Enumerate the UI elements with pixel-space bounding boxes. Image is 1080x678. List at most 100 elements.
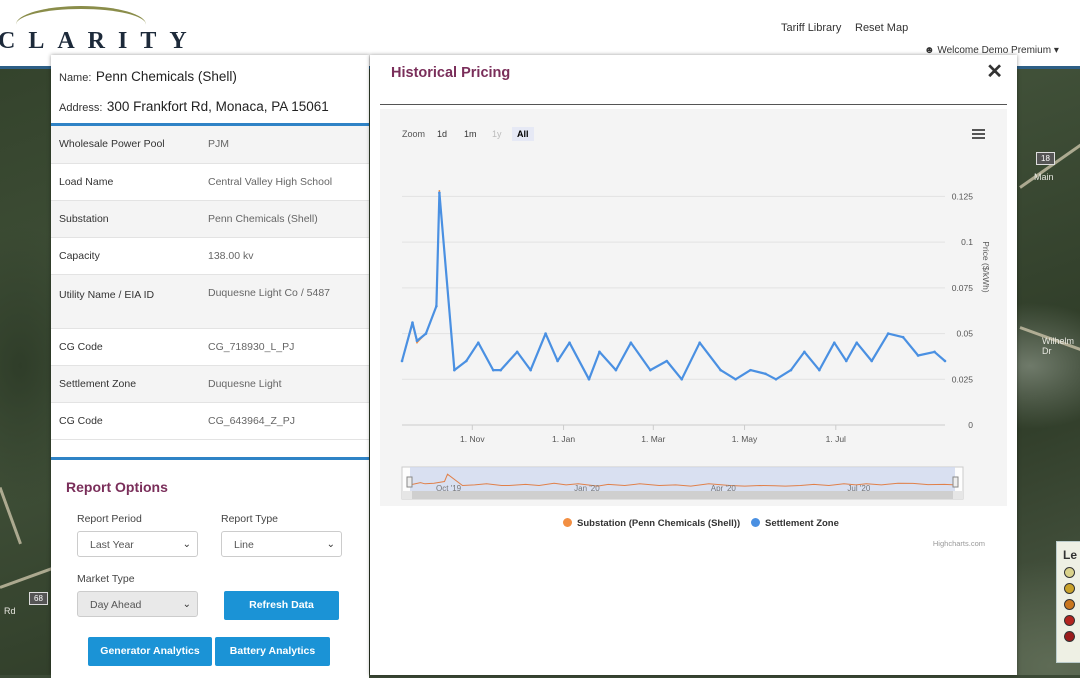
route-shield: 18 xyxy=(1036,152,1055,165)
route-shield: 68 xyxy=(29,592,48,605)
row-key: Utility Name / EIA ID xyxy=(59,288,155,301)
data-point-settlement-zone xyxy=(833,341,836,345)
generator-analytics-button[interactable]: Generator Analytics xyxy=(88,637,212,666)
row-key: Substation xyxy=(59,212,109,225)
data-point-settlement-zone xyxy=(476,341,480,345)
table-row: Load Name Central Valley High School xyxy=(51,163,369,200)
data-point-settlement-zone xyxy=(556,359,559,363)
map-street-label: Rd xyxy=(4,606,16,616)
legend-marker xyxy=(563,518,572,527)
y-tick-label: 0 xyxy=(968,420,973,430)
table-row: Capacity 138.00 kv xyxy=(51,237,369,274)
legend-circle-icon xyxy=(1064,599,1075,610)
row-key: Wholesale Power Pool xyxy=(59,138,165,150)
data-point-settlement-zone xyxy=(515,350,519,354)
legend-circle-icon xyxy=(1064,615,1075,626)
y-tick-label: 0.1 xyxy=(961,237,973,247)
site-address-key: Address: xyxy=(59,102,103,114)
data-point-settlement-zone xyxy=(453,368,456,372)
modal-title: Historical Pricing xyxy=(391,65,511,81)
row-value: Duquesne Light Co / 5487 xyxy=(208,286,331,299)
data-point-settlement-zone xyxy=(568,341,571,345)
table-row: Wholesale Power Pool PJM xyxy=(51,126,369,163)
data-point-settlement-zone xyxy=(415,339,419,343)
map-road xyxy=(0,567,53,589)
data-point-settlement-zone xyxy=(943,359,947,363)
row-key: Settlement Zone xyxy=(59,377,137,390)
site-name: Penn Chemicals (Shell) xyxy=(95,69,237,84)
y-tick-label: 0.075 xyxy=(952,283,974,293)
report-period-value: Last Year xyxy=(90,539,134,551)
data-point-settlement-zone xyxy=(649,368,652,372)
x-tick-label: 1. May xyxy=(732,434,758,444)
site-address: 300 Frankfort Rd, Monaca, PA 15061 xyxy=(106,99,329,114)
refresh-data-button[interactable]: Refresh Data xyxy=(224,591,339,620)
row-value: Central Valley High School xyxy=(208,175,333,188)
data-point-settlement-zone xyxy=(933,350,936,354)
x-tick-label: 1. Nov xyxy=(460,434,485,444)
market-type-select[interactable]: Day Ahead ⌄ xyxy=(77,591,198,617)
data-point-settlement-zone xyxy=(789,368,793,372)
navigator-scrollbar-thumb xyxy=(412,491,953,499)
chart-container: Zoom 1d 1m 1y All 0 0.025 0.05 0.075 0.1 0.12… xyxy=(380,109,1007,548)
chevron-down-icon: ⌄ xyxy=(326,539,335,550)
data-point-settlement-zone xyxy=(435,304,438,308)
nav-reset-map[interactable]: Reset Map xyxy=(855,22,908,34)
legend-item-substation[interactable]: Substation (Penn Chemicals (Shell)) xyxy=(563,518,740,529)
legend-circle-icon xyxy=(1064,583,1075,594)
table-row: Substation Penn Chemicals (Shell) xyxy=(51,200,369,237)
site-info-panel: Name: Penn Chemicals (Shell) Address: 30… xyxy=(51,55,369,678)
legend-circle-icon xyxy=(1064,567,1075,578)
row-value: CG_643964_Z_PJ xyxy=(208,414,295,427)
row-key: Capacity xyxy=(59,249,100,262)
y-axis-title: Price ($/kWh) xyxy=(981,241,991,293)
chevron-down-icon: ⌄ xyxy=(182,539,191,550)
series-line-settlement-zone xyxy=(400,191,946,381)
data-point-settlement-zone xyxy=(901,335,905,339)
row-key: CG Code xyxy=(59,340,103,353)
y-tick-label: 0.05 xyxy=(956,329,973,339)
data-point-settlement-zone xyxy=(411,321,414,324)
data-point-settlement-zone xyxy=(665,359,669,363)
y-tick-label: 0.025 xyxy=(952,374,974,384)
row-value: Penn Chemicals (Shell) xyxy=(208,212,318,225)
report-options-title: Report Options xyxy=(66,479,168,495)
nav-tariff-library[interactable]: Tariff Library xyxy=(781,22,841,34)
data-point-settlement-zone xyxy=(886,332,890,335)
data-point-settlement-zone xyxy=(698,341,701,345)
data-point-settlement-zone xyxy=(491,368,495,372)
report-type-select[interactable]: Line ⌄ xyxy=(221,531,342,557)
map-street-label: Main xyxy=(1034,172,1054,182)
price-chart[interactable]: 0 0.025 0.05 0.075 0.1 0.125 Price ($/kWh) 1. N… xyxy=(380,109,1007,506)
x-tick-label: 1. Jul xyxy=(826,434,846,444)
caret-down-icon: ▾ xyxy=(1053,45,1059,56)
data-point-settlement-zone xyxy=(764,372,767,376)
data-point-settlement-zone xyxy=(629,341,633,345)
battery-analytics-button[interactable]: Battery Analytics xyxy=(215,637,330,666)
data-point-settlement-zone xyxy=(803,350,806,354)
row-value: PJM xyxy=(208,138,229,150)
data-point-settlement-zone xyxy=(424,332,428,335)
data-point-settlement-zone xyxy=(598,350,601,354)
data-point-settlement-zone xyxy=(734,377,737,381)
map-legend-title: Le xyxy=(1063,548,1078,562)
navigator-selection xyxy=(410,467,955,491)
legend-label: Substation (Penn Chemicals (Shell)) xyxy=(577,518,741,529)
legend-item-settlement-zone[interactable]: Settlement Zone xyxy=(751,518,839,529)
site-name-key: Name: xyxy=(59,72,92,84)
row-key: CG Code xyxy=(59,414,103,427)
chevron-down-icon: ⌄ xyxy=(182,599,191,610)
row-value: Duquesne Light xyxy=(208,377,282,390)
logo[interactable]: CLARITY xyxy=(0,28,200,55)
x-tick-label: 1. Jan xyxy=(552,434,575,444)
report-period-select[interactable]: Last Year ⌄ xyxy=(77,531,198,557)
close-icon[interactable]: ✕ xyxy=(986,59,1003,84)
navigator-handle-right xyxy=(952,476,959,488)
row-value: CG_718930_L_PJ xyxy=(208,340,295,353)
table-row: Utility Name / EIA ID Duquesne Light Co … xyxy=(51,274,369,328)
report-type-value: Line xyxy=(234,539,254,551)
chart-credits[interactable]: Highcharts.com xyxy=(933,539,985,548)
market-type-value: Day Ahead xyxy=(90,599,142,611)
market-type-label: Market Type xyxy=(77,573,135,585)
report-period-label: Report Period xyxy=(77,513,142,525)
